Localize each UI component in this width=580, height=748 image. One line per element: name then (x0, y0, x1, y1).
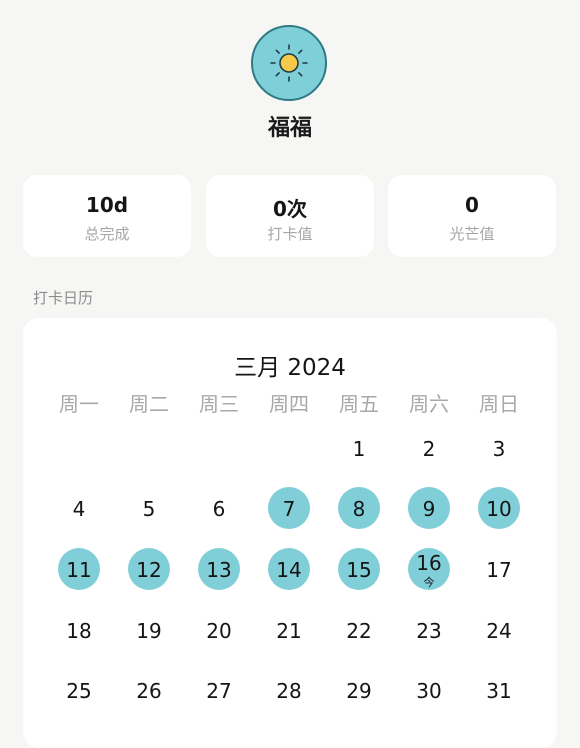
day-cell[interactable]: 17 (464, 544, 534, 594)
day-number: 5 (142, 497, 156, 521)
day-cell[interactable]: 31 (464, 665, 534, 715)
day-cell[interactable]: 26 (114, 665, 184, 715)
day-number: 6 (212, 497, 226, 521)
day-number: 1 (352, 437, 366, 461)
sun-icon (270, 44, 308, 82)
day-cell[interactable]: 21 (254, 605, 324, 655)
day-cell[interactable]: 15 (324, 544, 394, 594)
day-number: 9 (422, 497, 436, 521)
stat-total-value: 10d (85, 193, 129, 217)
day-number: 15 (346, 558, 372, 582)
day-number: 10 (486, 497, 512, 521)
day-number: 26 (136, 679, 162, 703)
day-number: 20 (206, 619, 232, 643)
day-number: 13 (206, 558, 232, 582)
day-number: 18 (66, 619, 92, 643)
stat-light-value: 0 (465, 193, 479, 217)
day-cell[interactable]: 18 (44, 605, 114, 655)
day-cell[interactable]: 30 (394, 665, 464, 715)
day-cell[interactable]: 29 (324, 665, 394, 715)
day-cell[interactable]: 28 (254, 665, 324, 715)
day-number: 4 (72, 497, 86, 521)
day-number: 14 (276, 558, 302, 582)
day-number: 25 (66, 679, 92, 703)
weekday-label: 周五 (339, 392, 379, 416)
day-cell[interactable]: 25 (44, 665, 114, 715)
day-cell[interactable]: 2 (394, 423, 464, 473)
day-cell[interactable]: 14 (254, 544, 324, 594)
day-cell[interactable]: 5 (114, 483, 184, 533)
day-cell[interactable]: 20 (184, 605, 254, 655)
day-number: 23 (416, 619, 442, 643)
day-cell[interactable]: 8 (324, 483, 394, 533)
weekday-label: 周一 (59, 392, 99, 416)
day-number: 16 (416, 551, 442, 575)
day-cell[interactable]: 22 (324, 605, 394, 655)
stat-checkin-value: 0次 (273, 197, 307, 221)
day-number: 24 (486, 619, 512, 643)
month-title: 三月 2024 (234, 355, 346, 381)
day-cell[interactable]: 13 (184, 544, 254, 594)
day-cell[interactable]: 12 (114, 544, 184, 594)
day-cell-today[interactable]: 16 今 (394, 544, 464, 594)
day-number: 22 (346, 619, 372, 643)
stat-card-total: 10d 总完成 (23, 175, 191, 257)
weekday-label: 周三 (199, 392, 239, 416)
weekday-label: 周四 (269, 392, 309, 416)
avatar[interactable] (251, 25, 327, 101)
day-cell[interactable]: 23 (394, 605, 464, 655)
day-number: 27 (206, 679, 232, 703)
day-number: 12 (136, 558, 162, 582)
checkin-calendar: 三月 2024 周一 周二 周三 周四 周五 周六 周日 1 2 3 4 5 6 7 8 9 10 11 12 13 1… (23, 318, 557, 748)
weekday-label: 周六 (409, 392, 449, 416)
day-cell[interactable]: 10 (464, 483, 534, 533)
day-number: 11 (66, 558, 92, 582)
day-number: 2 (422, 437, 436, 461)
day-cell[interactable]: 9 (394, 483, 464, 533)
day-number: 19 (136, 619, 162, 643)
day-cell[interactable]: 1 (324, 423, 394, 473)
day-cell[interactable]: 24 (464, 605, 534, 655)
stat-card-light: 0 光芒值 (388, 175, 556, 257)
day-number: 3 (492, 437, 506, 461)
stat-checkin-label: 打卡值 (267, 225, 313, 243)
day-number: 8 (352, 497, 366, 521)
weekday-label: 周日 (479, 392, 519, 416)
day-cell[interactable]: 19 (114, 605, 184, 655)
day-number: 17 (486, 558, 512, 582)
day-cell[interactable]: 7 (254, 483, 324, 533)
day-number: 21 (276, 619, 302, 643)
today-label: 今 (423, 576, 435, 589)
day-number: 31 (486, 679, 512, 703)
day-number: 28 (276, 679, 302, 703)
day-cell[interactable]: 4 (44, 483, 114, 533)
day-cell[interactable]: 27 (184, 665, 254, 715)
section-title: 打卡日历 (33, 289, 94, 307)
stat-light-label: 光芒值 (449, 225, 495, 243)
day-number: 29 (346, 679, 372, 703)
weekday-label: 周二 (129, 392, 169, 416)
day-number: 30 (416, 679, 442, 703)
day-number: 7 (282, 497, 296, 521)
day-cell[interactable]: 3 (464, 423, 534, 473)
stat-card-checkin: 0次 打卡值 (206, 175, 374, 257)
day-cell[interactable]: 6 (184, 483, 254, 533)
day-cell[interactable]: 11 (44, 544, 114, 594)
user-name: 福福 (267, 116, 312, 141)
stat-total-label: 总完成 (84, 225, 130, 243)
